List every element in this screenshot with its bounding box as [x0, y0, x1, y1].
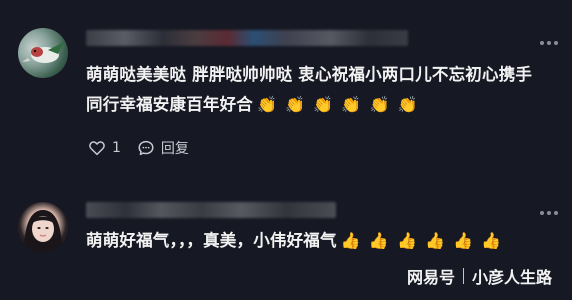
reply-button[interactable]: 回复: [137, 138, 189, 158]
heart-icon: [89, 141, 105, 156]
clap-emoji: 👏: [313, 95, 334, 114]
clap-emoji: 👏: [285, 95, 306, 114]
clap-emoji: 👏: [341, 95, 362, 114]
watermark-brand: 网易号: [406, 268, 455, 287]
thumbs-up-emoji: 👍: [481, 231, 502, 250]
watermark-author: 小彦人生路: [471, 268, 552, 287]
clap-emoji: 👏: [257, 95, 278, 114]
chat-bubble-icon: [138, 140, 154, 156]
reply-label: 回复: [160, 141, 189, 157]
thumbs-up-emoji: 👍: [368, 231, 389, 250]
like-count: 1: [112, 140, 121, 156]
bird-avatar-image: [22, 42, 64, 63]
girl-avatar-image: [24, 210, 62, 252]
avatar[interactable]: [18, 28, 68, 78]
comment-actions: 1 回复: [88, 138, 189, 158]
thumbs-up-emoji: 👍: [340, 231, 361, 250]
thumbs-up-emoji: 👍: [453, 231, 474, 250]
avatar[interactable]: [18, 202, 68, 252]
thumbs-up-emoji: 👍: [425, 231, 446, 250]
like-button[interactable]: 1: [88, 139, 121, 157]
watermark-divider: [462, 268, 464, 284]
more-options-button[interactable]: [540, 40, 558, 46]
username-blurred[interactable]: [86, 30, 408, 46]
comment-text: 萌萌哒美美哒 胖胖哒帅帅哒 衷心祝福小两口儿不忘初心携手同行幸福安康百年好合 👏 👏…: [86, 60, 538, 120]
comment-body: 萌萌哒美美哒 胖胖哒帅帅哒 衷心祝福小两口儿不忘初心携手同行幸福安康百年好合: [86, 65, 533, 114]
comment-body: 萌萌好福气，，，真美，小伟好福气: [86, 231, 337, 250]
clap-emoji: 👏: [397, 95, 418, 114]
clap-emoji: 👏: [369, 95, 390, 114]
username-blurred[interactable]: [86, 202, 336, 218]
more-options-button[interactable]: [540, 210, 558, 216]
thumbs-up-emoji: 👍: [396, 231, 418, 250]
comment-text: 萌萌好福气，，，真美，小伟好福气 👍 👍 👍 👍 👍 👍: [86, 226, 538, 256]
watermark: 网易号 小彦人生路: [407, 264, 552, 288]
